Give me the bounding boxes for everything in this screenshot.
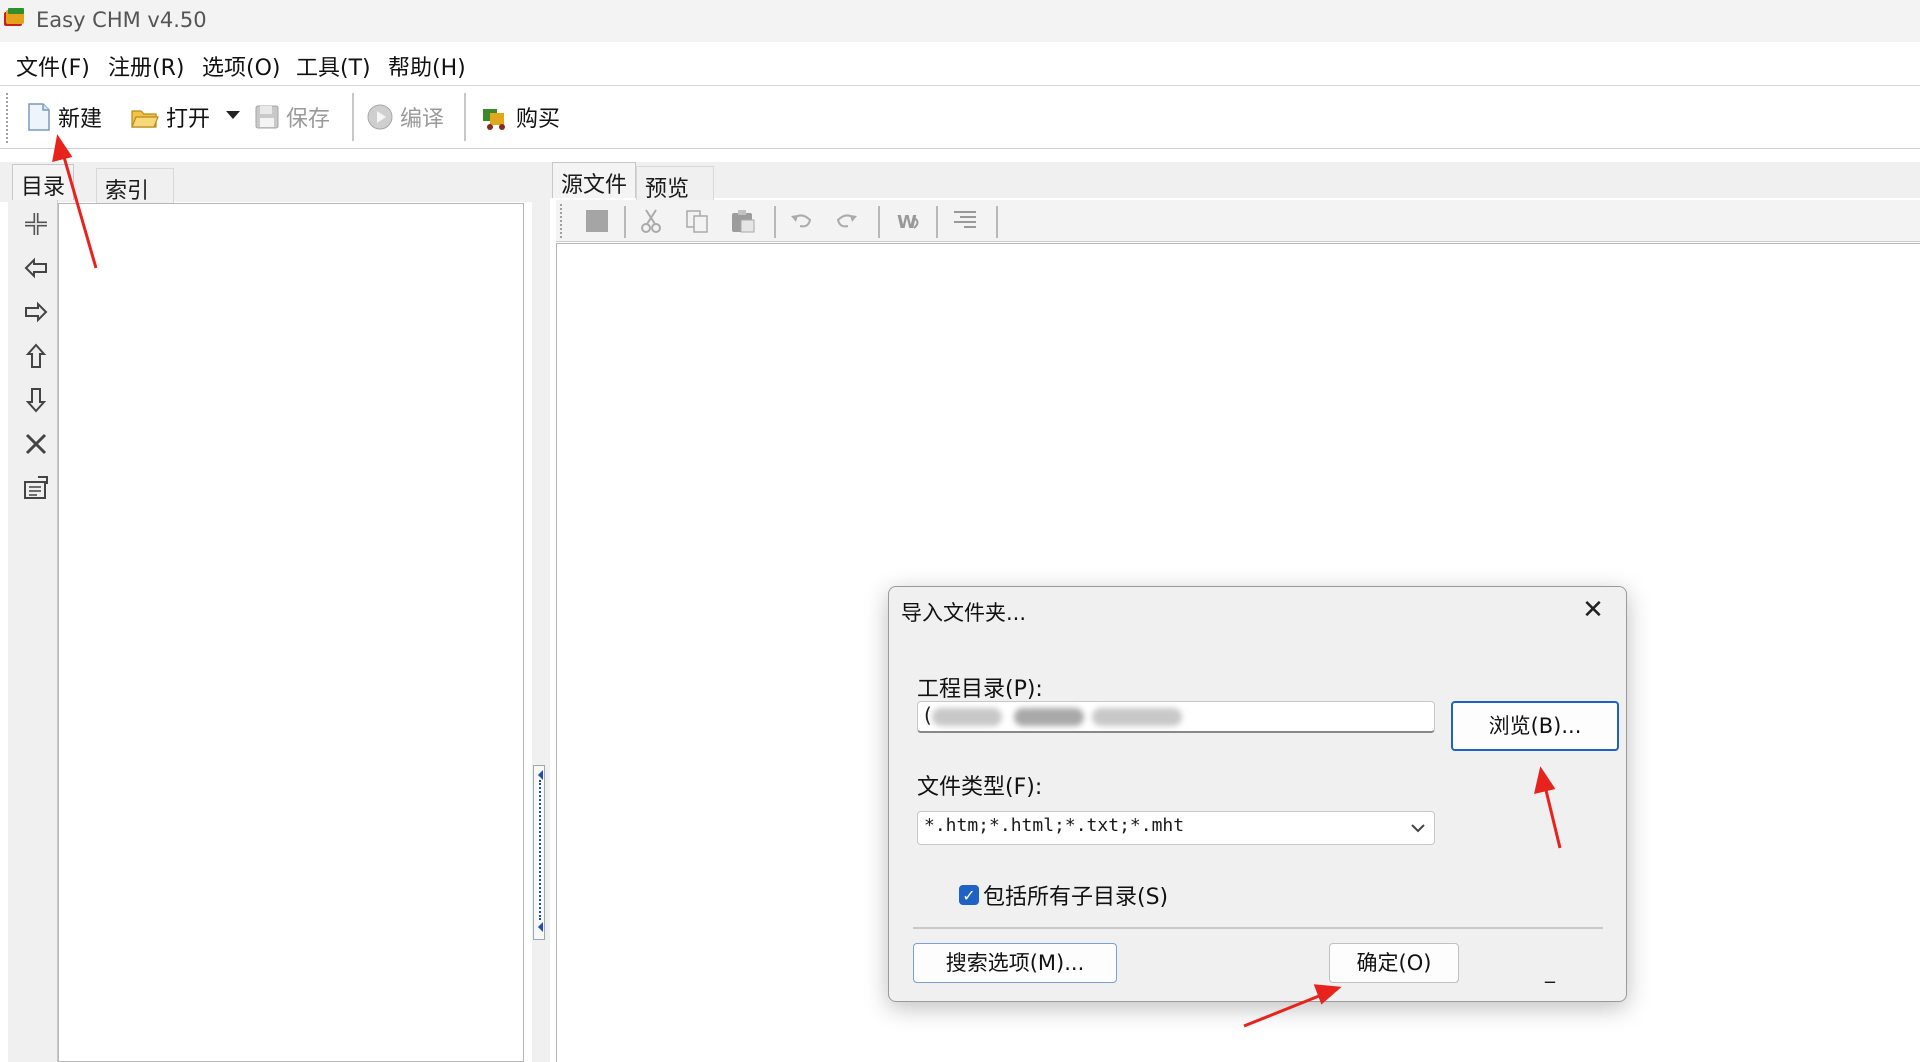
toc-tree[interactable] (58, 203, 524, 1062)
save-label: 保存 (286, 107, 331, 132)
trailing-mark: _ (1545, 959, 1555, 983)
arrow-up-icon[interactable] (22, 342, 50, 370)
collapse-left-icon[interactable] (538, 770, 543, 780)
new-document-icon (28, 103, 50, 131)
new-label: 新建 (58, 107, 103, 132)
close-icon[interactable]: ✕ (1577, 595, 1609, 627)
splitter-handle[interactable] (533, 765, 545, 940)
editor-toolbar-separator (878, 206, 880, 238)
editor-toolbar-separator (624, 206, 626, 238)
redacted-text (1014, 708, 1084, 726)
toolbar-grip[interactable] (6, 93, 10, 143)
delete-icon[interactable] (22, 430, 50, 458)
add-icon[interactable] (22, 210, 50, 238)
toc-tool-strip (8, 200, 58, 1062)
redacted-text (1092, 708, 1182, 726)
redacted-text (932, 708, 1002, 726)
include-subdirs-option[interactable]: ✓ 包括所有子目录(S) (959, 879, 1168, 911)
editor-toolbar: W (556, 200, 1920, 242)
arrow-left-icon[interactable] (22, 254, 50, 282)
play-compile-icon (367, 104, 393, 130)
file-type-value: *.htm;*.html;*.txt;*.mht (924, 815, 1185, 836)
svg-text:W: W (897, 212, 917, 233)
main-toolbar: 新建 打开 保存 编译 购买 (0, 87, 1920, 149)
tab-source[interactable]: 源文件 (552, 162, 637, 198)
menu-file[interactable]: 文件(F) (12, 48, 94, 84)
search-options-button[interactable]: 搜索选项(M)... (913, 943, 1117, 983)
redo-icon[interactable] (834, 208, 860, 234)
paste-icon[interactable] (730, 208, 756, 234)
toolbar-separator (464, 93, 466, 141)
window-title: Easy CHM v4.50 (36, 8, 207, 32)
app-icon (4, 8, 24, 26)
dialog-divider (913, 927, 1603, 929)
project-dir-input[interactable]: ( (917, 701, 1435, 733)
align-right-icon[interactable] (952, 208, 978, 234)
dialog-title: 导入文件夹... (901, 601, 1027, 625)
stop-icon[interactable] (584, 208, 610, 234)
import-folder-dialog: 导入文件夹... ✕ 工程目录(P): ( 浏览(B)... 文件类型(F): … (888, 586, 1627, 1002)
file-type-select[interactable]: *.htm;*.html;*.txt;*.mht (917, 811, 1435, 845)
menu-register[interactable]: 注册(R) (104, 48, 188, 84)
new-button[interactable]: 新建 (26, 99, 102, 135)
menu-bar: 文件(F) 注册(R) 选项(O) 工具(T) 帮助(H) (0, 42, 1920, 86)
editor-toolbar-separator (936, 206, 938, 238)
save-button[interactable]: 保存 (254, 99, 330, 135)
ok-button[interactable]: 确定(O) (1329, 943, 1459, 983)
open-button[interactable]: 打开 (130, 99, 210, 135)
arrow-down-icon[interactable] (22, 386, 50, 414)
browse-button[interactable]: 浏览(B)... (1451, 701, 1619, 751)
editor-toolbar-separator (774, 206, 776, 238)
undo-icon[interactable] (788, 208, 814, 234)
menu-tools[interactable]: 工具(T) (292, 48, 375, 84)
menu-options[interactable]: 选项(O) (198, 48, 284, 84)
collapse-right-icon[interactable] (538, 922, 543, 932)
compile-button[interactable]: 编译 (366, 99, 444, 135)
chevron-down-icon[interactable] (1410, 822, 1426, 834)
file-type-label: 文件类型(F): (917, 775, 1043, 800)
open-label: 打开 (166, 107, 211, 132)
include-subdirs-checkbox[interactable]: ✓ (959, 885, 979, 905)
buy-label: 购买 (516, 107, 561, 132)
splitter-dots (539, 780, 541, 920)
buy-button[interactable]: 购买 (480, 99, 560, 135)
editor-toolbar-separator (996, 206, 998, 238)
open-folder-icon (131, 110, 159, 128)
menu-help[interactable]: 帮助(H) (384, 48, 470, 84)
tab-preview[interactable]: 预览 (636, 166, 714, 202)
open-dropdown-arrow-icon[interactable] (226, 111, 240, 119)
floppy-disk-icon (255, 105, 279, 129)
shopping-cart-icon (483, 109, 505, 130)
project-dir-label: 工程目录(P): (917, 677, 1043, 702)
tab-index[interactable]: 索引 (96, 168, 174, 204)
tab-toc[interactable]: 目录 (12, 164, 75, 200)
editor-toolbar-grip[interactable] (560, 204, 564, 238)
title-bar: Easy CHM v4.50 (0, 0, 1920, 42)
toolbar-separator (352, 93, 354, 141)
right-tab-strip: 源文件 预览 (550, 162, 1920, 202)
compile-label: 编译 (400, 107, 445, 132)
copy-icon[interactable] (684, 208, 710, 234)
left-tab-strip: 目录 索引 (0, 162, 540, 204)
arrow-right-icon[interactable] (22, 298, 50, 326)
include-subdirs-label: 包括所有子目录(S) (983, 885, 1169, 910)
properties-icon[interactable] (22, 474, 50, 502)
cut-icon[interactable] (638, 208, 664, 234)
word-wrap-icon[interactable]: W (896, 208, 922, 234)
project-dir-value: ( (924, 703, 932, 727)
